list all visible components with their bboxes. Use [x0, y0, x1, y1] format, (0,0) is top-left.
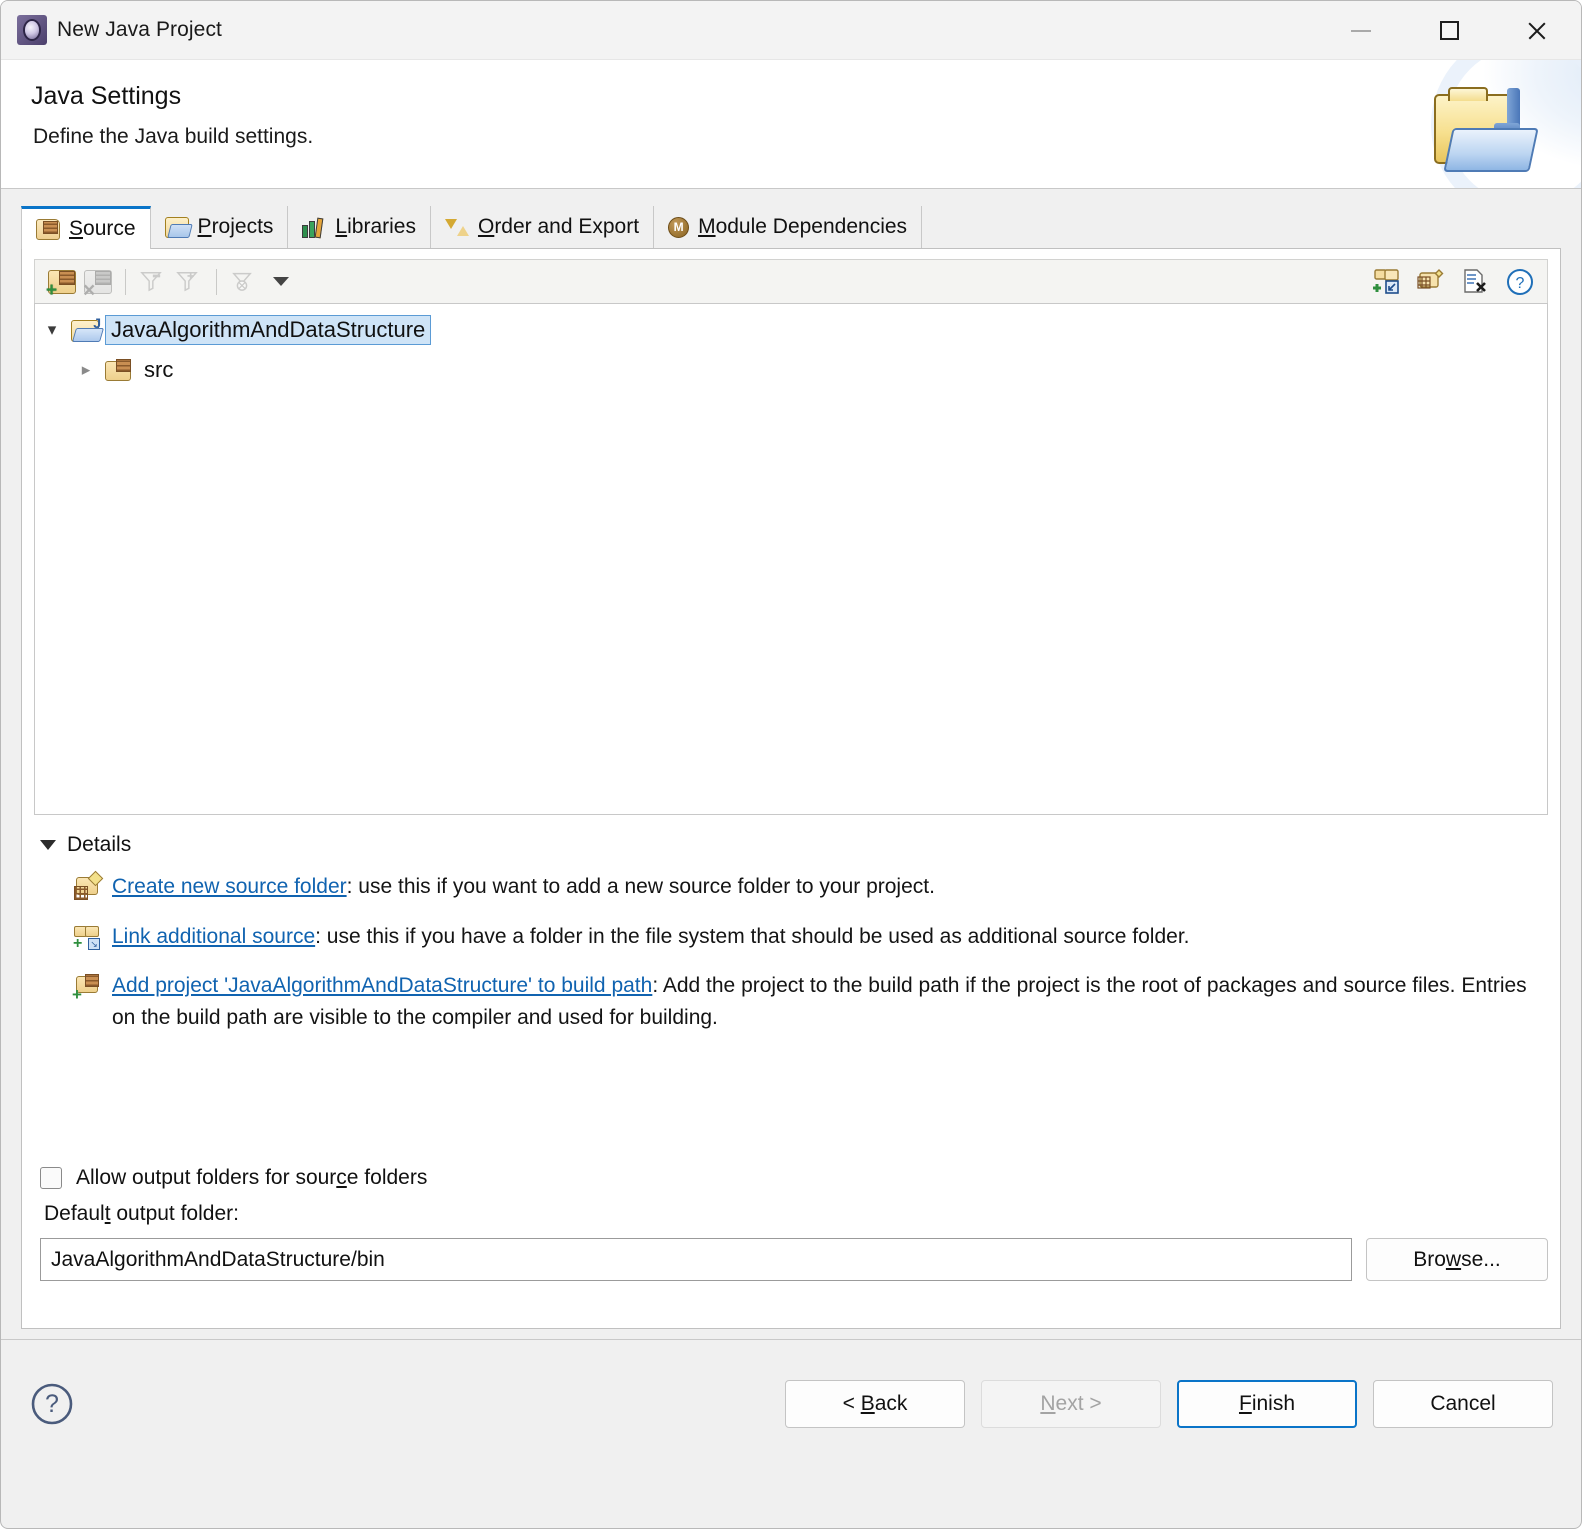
new-java-project-dialog: New Java Project Java Settings Define th…: [0, 0, 1582, 1529]
dialog-footer: ? < Back Next > Finish Cancel: [1, 1339, 1581, 1467]
dialog-body: Source Projects Libraries Order and Expo…: [1, 189, 1581, 1339]
edit-filter-icon[interactable]: [229, 268, 259, 296]
view-menu-dropdown-icon[interactable]: [273, 277, 289, 286]
order-export-arrows-icon: [444, 217, 469, 238]
finish-button-label: Finish: [1238, 1391, 1296, 1415]
toolbar-separator: [125, 268, 126, 295]
help-icon[interactable]: ?: [1505, 268, 1535, 296]
title-bar: New Java Project: [1, 1, 1581, 60]
default-output-folder-value: JavaAlgorithmAndDataStructure/bin: [51, 1247, 385, 1271]
page-title: Java Settings: [31, 82, 182, 110]
details-section-header[interactable]: Details: [40, 833, 1548, 857]
tab-libraries[interactable]: Libraries: [288, 206, 431, 248]
allow-output-folders-row[interactable]: Allow output folders for source folders: [40, 1166, 1548, 1190]
tree-node-label: src: [144, 357, 174, 382]
tab-module-dependencies[interactable]: M Module Dependencies: [654, 206, 923, 248]
chevron-down-icon[interactable]: ▾: [39, 320, 65, 340]
source-toolbar: ?: [34, 259, 1548, 303]
minimize-button[interactable]: [1317, 1, 1405, 60]
filter-icon[interactable]: [138, 268, 168, 296]
tab-source[interactable]: Source: [21, 206, 151, 249]
default-output-folder-input[interactable]: JavaAlgorithmAndDataStructure/bin: [40, 1238, 1352, 1281]
maximize-icon: [1439, 21, 1459, 40]
page-subtitle: Define the Java build settings.: [33, 125, 314, 148]
close-button[interactable]: [1493, 1, 1581, 60]
default-output-folder-label: Default output folder:: [44, 1202, 239, 1225]
wizard-header: Java Settings Define the Java build sett…: [1, 60, 1581, 189]
toolbar-separator-2: [216, 268, 217, 295]
next-button-label: Next >: [1040, 1391, 1102, 1415]
tree-row[interactable]: ▾ J JavaAlgorithmAndDataStructure: [39, 310, 1543, 350]
tab-projects[interactable]: Projects: [150, 206, 289, 248]
tree-node-label: JavaAlgorithmAndDataStructure: [105, 315, 432, 345]
window-controls: [1317, 1, 1581, 60]
add-source-folder-icon[interactable]: [46, 268, 77, 300]
detail-create-new-source-folder: Create new source folder: use this if yo…: [74, 870, 1548, 903]
add-filter-icon[interactable]: [174, 268, 204, 296]
java-project-folder-icon: J: [71, 315, 101, 342]
triangle-down-icon: [40, 840, 56, 850]
source-package-folder-icon: [105, 358, 133, 382]
tab-order-and-export[interactable]: Order and Export: [430, 206, 655, 248]
tree-row[interactable]: ▸ src: [39, 350, 1543, 390]
link-source-icon[interactable]: [1373, 268, 1403, 296]
maximize-button[interactable]: [1405, 1, 1493, 60]
source-folder-tree[interactable]: ▾ J JavaAlgorithmAndDataStructure ▸ src: [34, 303, 1548, 815]
detail-link-additional-source: + ↘ Link additional source: use this if y…: [73, 921, 1548, 953]
allow-output-folders-checkbox[interactable]: [40, 1167, 62, 1189]
back-button[interactable]: < Back: [785, 1379, 965, 1428]
tab-module-dependencies-label: Module Dependencies: [698, 215, 908, 238]
create-new-source-folder-icon: [74, 870, 104, 900]
svg-text:?: ?: [1516, 275, 1525, 292]
next-button[interactable]: Next >: [981, 1379, 1161, 1428]
tab-source-label: Source: [69, 217, 136, 240]
remove-entry-icon[interactable]: [1461, 268, 1491, 296]
tab-libraries-label: Libraries: [335, 215, 416, 238]
cancel-button[interactable]: Cancel: [1373, 1379, 1553, 1428]
link-additional-source-link[interactable]: Link additional source: [112, 925, 315, 948]
svg-text:?: ?: [45, 1390, 59, 1418]
back-button-label: < Back: [842, 1391, 908, 1415]
link-additional-source-icon: + ↘: [73, 924, 100, 951]
libraries-books-icon: [302, 217, 326, 238]
link-additional-source-desc: : use this if you have a folder in the f…: [315, 924, 1190, 948]
wizard-buttons: < Back Next > Finish Cancel: [785, 1379, 1553, 1428]
source-tab-panel: ? ▾ J JavaAlgorithmAndDataStructure ▸ sr…: [21, 249, 1561, 1329]
browse-button[interactable]: Browse...: [1366, 1238, 1548, 1281]
add-project-to-build-path-link[interactable]: Add project 'JavaAlgorithmAndDataStructu…: [112, 974, 652, 997]
java-folder-banner-icon: [1396, 60, 1581, 188]
close-icon: [1526, 20, 1548, 42]
source-folder-icon: [36, 218, 60, 240]
tab-projects-label: Projects: [197, 215, 274, 238]
allow-output-folders-label: Allow output folders for source folders: [76, 1166, 428, 1189]
details-label: Details: [67, 833, 132, 856]
finish-button[interactable]: Finish: [1177, 1379, 1357, 1428]
minimize-icon: [1351, 29, 1371, 32]
eclipse-wizard-icon: [17, 15, 47, 45]
cancel-button-label: Cancel: [1430, 1391, 1496, 1415]
build-path-tabs: Source Projects Libraries Order and Expo…: [21, 206, 1561, 249]
module-dependencies-icon: M: [668, 216, 690, 238]
window-title: New Java Project: [57, 18, 222, 41]
create-new-source-folder-link[interactable]: Create new source folder: [112, 875, 347, 898]
tab-order-and-export-label: Order and Export: [477, 215, 640, 238]
create-new-folder-icon[interactable]: [1417, 268, 1447, 296]
projects-folder-icon: [164, 216, 189, 238]
help-icon[interactable]: ?: [29, 1381, 75, 1427]
remove-source-folder-icon[interactable]: [83, 268, 113, 301]
browse-button-label: Browse...: [1413, 1247, 1501, 1271]
create-new-source-folder-desc: : use this if you want to add a new sour…: [346, 875, 935, 898]
default-output-folder-row: JavaAlgorithmAndDataStructure/bin Browse…: [40, 1238, 1548, 1281]
detail-add-project-to-build-path: + Add project 'JavaAlgorithmAndDataStruc…: [72, 970, 1548, 1033]
chevron-right-icon[interactable]: ▸: [73, 360, 99, 380]
add-project-to-build-path-icon: +: [72, 973, 100, 1003]
